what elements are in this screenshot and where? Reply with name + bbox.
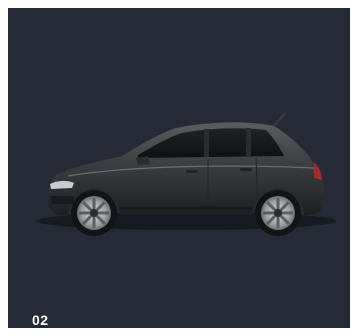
rear-wheel [255, 190, 301, 236]
car-image-card[interactable]: 02 [8, 8, 350, 328]
front-wheel [71, 190, 117, 236]
image-number: 02 [32, 312, 49, 328]
car-side-view-image [36, 111, 336, 236]
side-windows [138, 128, 284, 158]
